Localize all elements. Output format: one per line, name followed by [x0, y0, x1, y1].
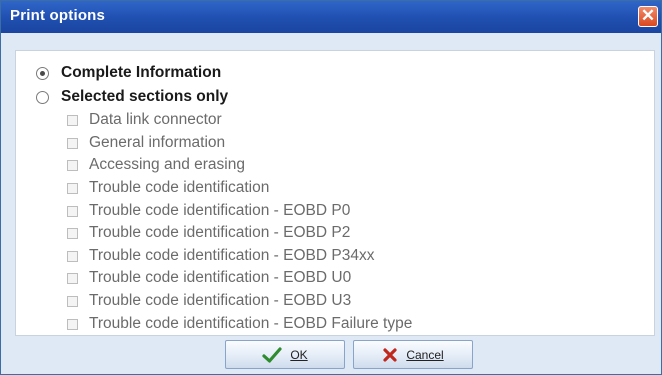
radio-selected-sections-only[interactable]: Selected sections only — [36, 86, 228, 108]
close-icon[interactable]: ✕ — [638, 6, 658, 27]
section-checkbox-row: Trouble code identification - EOBD U3 — [67, 290, 351, 312]
radio-button-checked[interactable] — [36, 66, 49, 80]
section-label: Accessing and erasing — [89, 156, 245, 173]
radio-button-unchecked[interactable] — [36, 90, 49, 104]
section-checkbox — [67, 318, 78, 330]
section-checkbox — [67, 114, 78, 126]
radio-label: Complete Information — [61, 64, 222, 81]
section-checkbox — [67, 272, 78, 284]
section-checkbox — [67, 159, 78, 171]
section-checkbox-row: Trouble code identification - EOBD P34xx — [67, 245, 374, 267]
section-label: Trouble code identification - EOBD U0 — [89, 269, 352, 286]
x-icon — [382, 347, 398, 363]
section-checkbox — [67, 205, 78, 217]
radio-complete-information[interactable]: Complete Information — [36, 62, 221, 84]
section-checkbox-row: General information — [67, 132, 225, 154]
cancel-label: Cancel — [406, 347, 444, 362]
section-checkbox — [67, 295, 78, 307]
section-checkbox — [67, 227, 78, 239]
section-label: General information — [89, 134, 226, 151]
checkmark-icon — [262, 346, 282, 363]
section-label: Trouble code identification - EOBD Failu… — [89, 315, 413, 332]
title-bar[interactable]: Print options ✕ — [1, 1, 661, 33]
section-checkbox-row: Trouble code identification - EOBD Failu… — [67, 313, 412, 335]
section-checkbox-row: Accessing and erasing — [67, 154, 245, 176]
section-label: Data link connector — [89, 111, 222, 128]
section-label: Trouble code identification - EOBD P2 — [89, 224, 351, 241]
ok-label: OK — [290, 347, 308, 362]
section-label: Trouble code identification — [89, 179, 270, 196]
section-checkbox-row: Trouble code identification - EOBD P0 — [67, 200, 350, 222]
print-options-dialog: Print options ✕ Complete Information Sel… — [0, 0, 662, 375]
section-checkbox — [67, 137, 78, 149]
section-checkbox-row: Trouble code identification — [67, 177, 269, 199]
section-label: Trouble code identification - EOBD P0 — [89, 202, 351, 219]
radio-label: Selected sections only — [61, 88, 229, 105]
section-label: Trouble code identification - EOBD U3 — [89, 292, 352, 309]
ok-button[interactable]: OK — [225, 340, 345, 369]
section-checkbox-row: Data link connector — [67, 109, 222, 131]
section-label: Trouble code identification - EOBD P34xx — [89, 247, 375, 264]
section-checkbox-row: Trouble code identification - EOBD P2 — [67, 222, 350, 244]
cancel-button[interactable]: Cancel — [353, 340, 473, 369]
dialog-title: Print options — [10, 7, 106, 24]
section-checkbox — [67, 250, 78, 262]
section-checkbox — [67, 182, 78, 194]
section-checkbox-row: Trouble code identification - EOBD U0 — [67, 267, 351, 289]
options-panel: Complete Information Selected sections o… — [15, 50, 655, 336]
